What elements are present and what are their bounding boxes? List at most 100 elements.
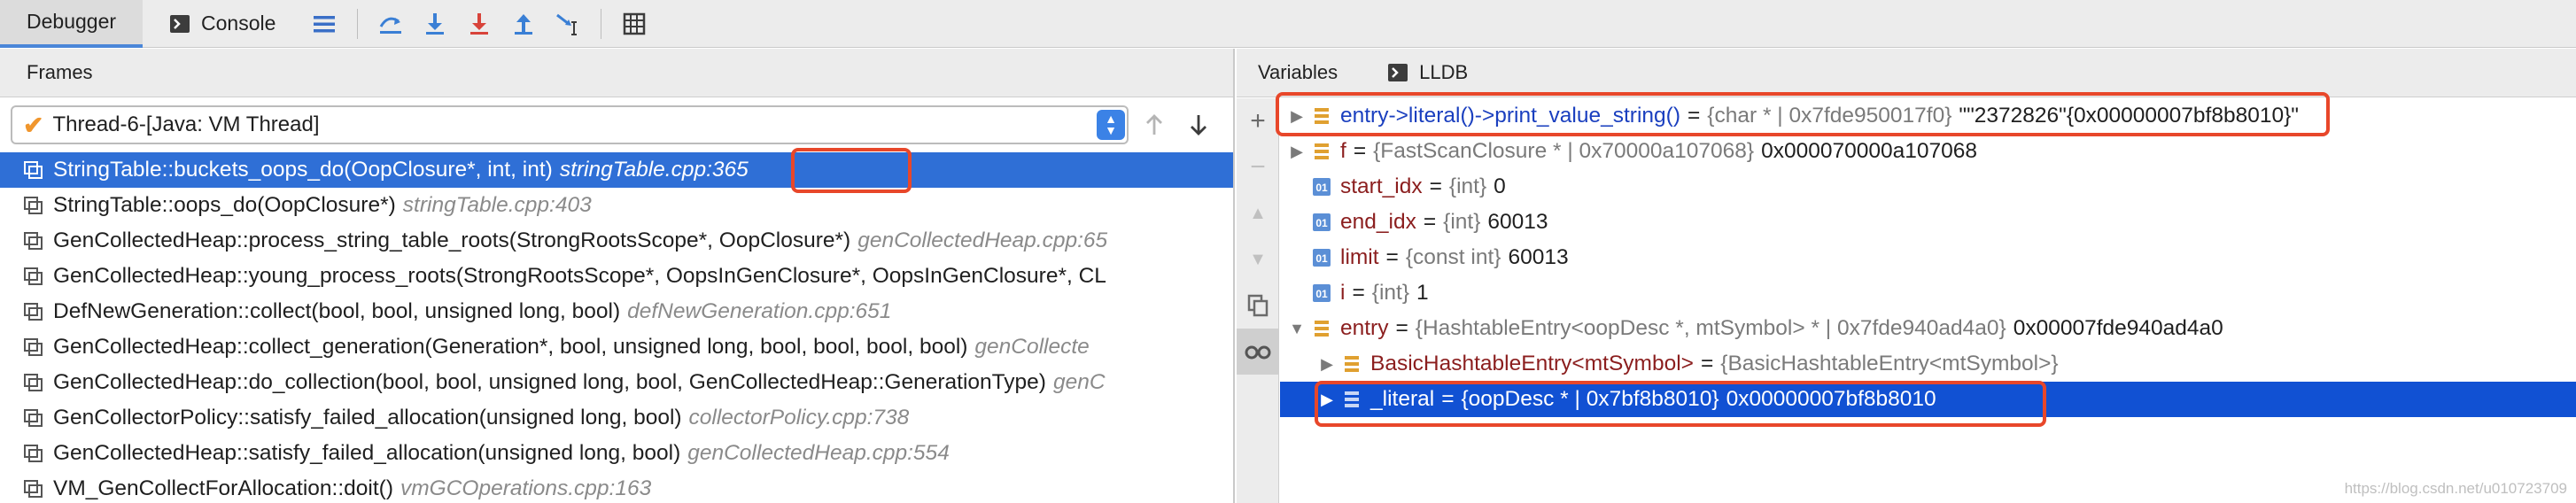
frame-row[interactable]: GenCollectedHeap::do_collection(bool, bo…	[0, 365, 1233, 400]
expand-toggle-icon[interactable]: ▶	[1317, 355, 1337, 374]
variable-type: {HashtableEntry<oopDesc *, mtSymbol> * |…	[1415, 316, 2006, 340]
field-icon	[1315, 321, 1329, 337]
frame-function: GenCollectedHeap::young_process_roots(St…	[53, 264, 1106, 288]
tab-debugger-label: Debugger	[27, 10, 117, 33]
tab-console-label: Console	[201, 12, 276, 35]
tab-console[interactable]: Console	[143, 0, 302, 48]
step-out-button[interactable]	[504, 4, 543, 43]
previous-frame-button[interactable]	[1136, 106, 1173, 143]
svg-text:01: 01	[1315, 252, 1328, 265]
stack-frame-icon	[24, 374, 43, 391]
primitive-icon: 01	[1313, 249, 1331, 267]
expand-toggle-icon[interactable]: ▶	[1287, 107, 1307, 126]
variable-row[interactable]: 01 limit = {const int} 60013	[1280, 240, 2576, 275]
thread-selector-row: ✔ Thread-6-[Java: VM Thread] ▲ ▼	[0, 97, 1233, 152]
frame-row[interactable]: GenCollectedHeap::process_string_table_r…	[0, 223, 1233, 259]
show-execution-point-button[interactable]	[371, 4, 410, 43]
glasses-icon	[1245, 345, 1271, 360]
variable-value: 0	[1494, 174, 1506, 198]
run-to-cursor-button[interactable]	[548, 4, 587, 43]
force-step-into-icon	[470, 12, 489, 35]
variable-row[interactable]: ▶ _literal = {oopDesc * | 0x7bf8b8010} 0x000…	[1280, 382, 2576, 417]
svg-text:01: 01	[1315, 288, 1328, 300]
step-over-button[interactable]	[415, 4, 454, 43]
tab-lldb-label: LLDB	[1419, 61, 1469, 83]
tab-variables[interactable]: Variables	[1258, 61, 1338, 84]
variable-value: 0x00000007bf8b8010	[1726, 387, 1936, 411]
triangle-down-icon: ▼	[1249, 249, 1267, 269]
frame-row[interactable]: DefNewGeneration::collect(bool, bool, un…	[0, 294, 1233, 329]
primitive-icon: 01	[1313, 284, 1331, 302]
variables-panel: Variables LLDB + − ▲ ▼ ▶ entry->literal()…	[1237, 49, 2576, 503]
show-watches-toggle[interactable]	[1237, 329, 1279, 375]
dropdown-updown-icon: ▲ ▼	[1097, 110, 1125, 140]
variable-value: 60013	[1487, 210, 1548, 234]
variable-row[interactable]: 01 start_idx = {int} 0	[1280, 169, 2576, 205]
add-watch-button[interactable]: +	[1237, 98, 1279, 144]
frame-row[interactable]: GenCollectorPolicy::satisfy_failed_alloc…	[0, 400, 1233, 436]
next-frame-button[interactable]	[1180, 106, 1217, 143]
toolbar-separator	[357, 8, 359, 39]
primitive-icon: 01	[1313, 213, 1331, 231]
variable-type: {int}	[1371, 281, 1410, 305]
stack-frame-icon	[24, 303, 43, 321]
variable-name: start_idx	[1340, 174, 1423, 198]
frame-function: GenCollectedHeap::process_string_table_r…	[53, 228, 851, 252]
variable-name: f	[1340, 139, 1346, 163]
stack-frame-icon	[24, 161, 43, 179]
remove-watch-button[interactable]: −	[1237, 144, 1279, 190]
frame-file-location: collectorPolicy.cpp:738	[688, 406, 910, 429]
debug-toolbar: Debugger Console	[0, 0, 2576, 48]
frame-row[interactable]: GenCollectedHeap::satisfy_failed_allocat…	[0, 436, 1233, 471]
variable-name: entry->literal()->print_value_string()	[1340, 104, 1680, 128]
variable-value: 60013	[1508, 245, 1569, 269]
stack-frame-icon	[24, 480, 43, 498]
frame-function: GenCollectedHeap::do_collection(bool, bo…	[53, 370, 1046, 394]
tab-debugger[interactable]: Debugger	[0, 0, 144, 48]
variable-value: 1	[1416, 281, 1429, 305]
expand-toggle-icon[interactable]: ▶	[1287, 143, 1307, 161]
hamburger-button[interactable]	[305, 4, 344, 43]
variable-row[interactable]: ▶ f = {FastScanClosure * | 0x70000a107068} 0…	[1280, 134, 2576, 169]
frame-function: StringTable::oops_do(OopClosure*)	[53, 193, 396, 217]
variable-row[interactable]: 01 end_idx = {int} 60013	[1280, 205, 2576, 240]
frame-file-location: genCollectedHeap.cpp:65	[857, 228, 1108, 252]
console-icon	[170, 14, 190, 33]
variables-tree: ▶ entry->literal()->print_value_string() =…	[1280, 98, 2576, 417]
variable-type: {int}	[1443, 210, 1481, 234]
variable-row[interactable]: ▶ BasicHashtableEntry<mtSymbol> = {BasicHas…	[1280, 346, 2576, 382]
stack-frame-icon	[24, 197, 43, 214]
plus-icon: +	[1250, 106, 1266, 135]
expand-toggle-icon[interactable]: ▶	[1317, 391, 1337, 409]
step-into-button[interactable]	[460, 4, 499, 43]
frame-file-location: defNewGeneration.cpp:651	[627, 299, 892, 323]
run-to-cursor-icon	[556, 13, 578, 35]
frame-row[interactable]: StringTable::buckets_oops_do(OopClosure*…	[0, 152, 1233, 188]
evaluate-expression-button[interactable]	[615, 4, 654, 43]
variable-row[interactable]: 01 i = {int} 1	[1280, 275, 2576, 311]
variables-side-toolbar: + − ▲ ▼	[1237, 98, 1279, 503]
show-execution-point-icon	[380, 17, 402, 34]
variable-row[interactable]: ▶ entry->literal()->print_value_string() =…	[1280, 98, 2576, 134]
move-watch-up-button[interactable]: ▲	[1237, 190, 1279, 236]
frame-row[interactable]: StringTable::oops_do(OopClosure*) stringT…	[0, 188, 1233, 223]
variable-row[interactable]: ▼ entry = {HashtableEntry<oopDesc *, mtSymb…	[1280, 311, 2576, 346]
thread-dropdown[interactable]: ✔ Thread-6-[Java: VM Thread] ▲ ▼	[11, 105, 1129, 144]
variable-value: 0x00007fde940ad4a0	[2013, 316, 2223, 340]
variable-value: ""2372826"{0x00000007bf8b8010}"	[1959, 104, 2299, 128]
checkmark-icon: ✔	[23, 111, 44, 139]
frames-panel-title: Frames	[27, 61, 93, 83]
variable-type: {BasicHashtableEntry<mtSymbol>}	[1720, 352, 2059, 375]
variable-type: {FastScanClosure * | 0x70000a107068}	[1373, 139, 1755, 163]
frame-row[interactable]: GenCollectedHeap::collect_generation(Gen…	[0, 329, 1233, 365]
copy-watch-button[interactable]	[1237, 282, 1279, 329]
frame-row[interactable]: VM_GenCollectForAllocation::doit() vmGCOp…	[0, 471, 1233, 503]
frame-function: DefNewGeneration::collect(bool, bool, un…	[53, 299, 621, 323]
expand-toggle-icon[interactable]: ▼	[1287, 320, 1307, 338]
move-watch-down-button[interactable]: ▼	[1237, 236, 1279, 282]
field-icon	[1345, 391, 1359, 407]
variable-name: _literal	[1370, 387, 1435, 411]
tab-lldb[interactable]: LLDB	[1387, 61, 1468, 84]
frame-row[interactable]: GenCollectedHeap::young_process_roots(St…	[0, 259, 1233, 294]
variables-panel-header: Variables LLDB	[1237, 49, 2576, 97]
